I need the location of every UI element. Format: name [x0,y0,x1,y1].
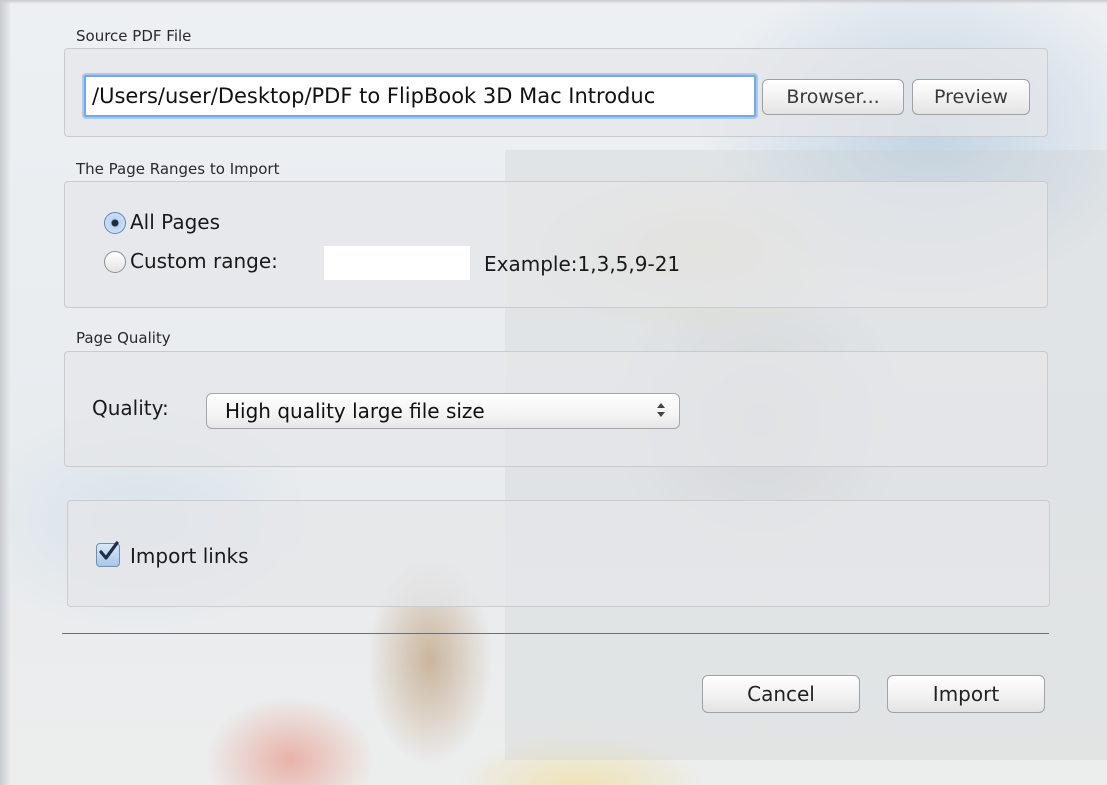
page-ranges-group [64,181,1048,308]
custom-range-label: Custom range: [130,249,278,273]
pdf-path-input[interactable] [84,75,756,117]
custom-range-radio[interactable] [104,251,126,273]
page-quality-group-label: Page Quality [76,329,171,347]
range-example-text: Example:1,3,5,9-21 [484,252,681,276]
browse-button[interactable]: Browser... [762,79,904,115]
quality-select-value: High quality large file size [225,399,485,423]
footer-separator [62,633,1049,634]
all-pages-label: All Pages [130,210,220,234]
import-pdf-sheet: Source PDF File Browser... Preview The P… [0,0,1107,785]
cancel-button[interactable]: Cancel [702,675,860,713]
import-links-label: Import links [130,544,249,568]
checkmark-icon [99,541,119,560]
import-links-checkbox[interactable] [96,541,120,567]
quality-select[interactable]: High quality large file size [206,393,680,429]
up-down-arrows-icon [657,403,665,417]
source-pdf-group-label: Source PDF File [76,27,192,45]
custom-range-input[interactable] [323,245,471,281]
page-ranges-group-label: The Page Ranges to Import [76,160,280,178]
quality-label: Quality: [92,396,169,420]
preview-button[interactable]: Preview [912,79,1030,115]
import-button[interactable]: Import [887,675,1045,713]
all-pages-radio[interactable] [104,212,126,234]
